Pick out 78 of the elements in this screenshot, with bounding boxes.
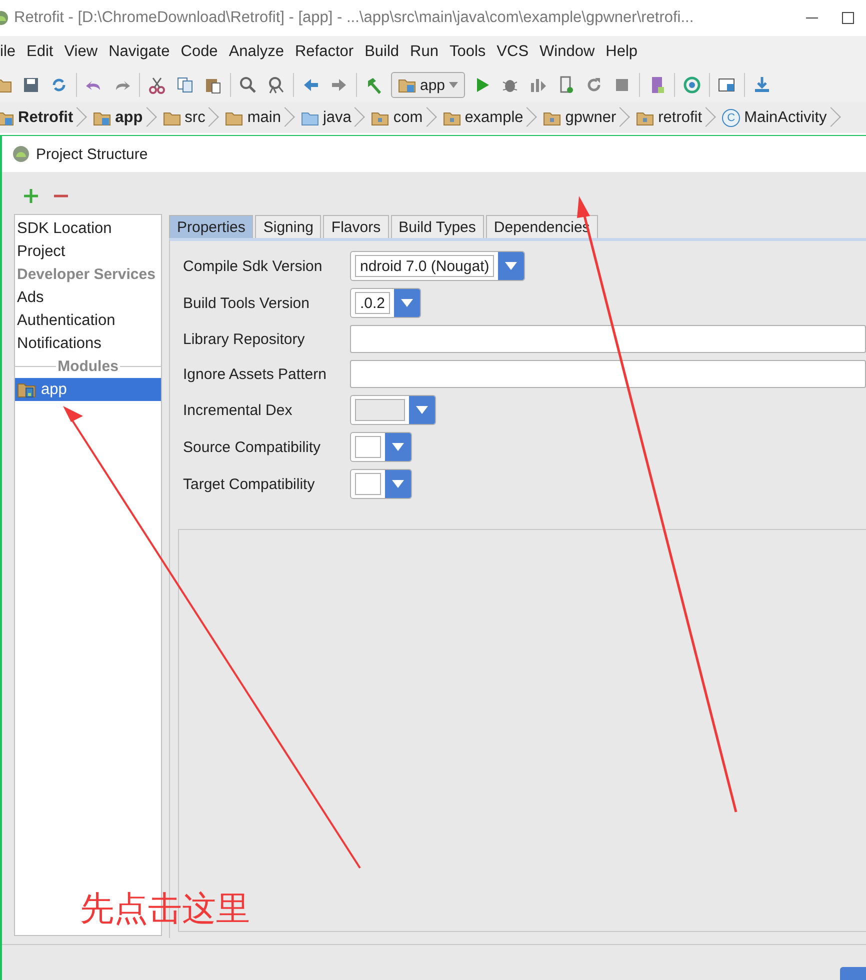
save-icon[interactable] [22,76,40,94]
field-label: Target Compatibility [183,476,316,492]
forward-icon[interactable] [330,76,348,94]
text-field[interactable] [350,325,866,353]
field-label: Source Compatibility [183,438,322,456]
menu-item[interactable]: Refactor [290,43,360,61]
dropdown[interactable] [350,395,436,425]
breadcrumb-item[interactable]: gpwner [537,103,630,132]
breadcrumb-item[interactable]: src [156,103,220,132]
module-folder-icon [17,380,37,398]
caret-icon [401,299,414,307]
sidebar-item[interactable]: Project [15,240,161,263]
tab[interactable]: Build Types [390,215,484,238]
breadcrumb-item[interactable]: example [436,103,538,132]
breadcrumb-item[interactable]: main [219,103,295,132]
dropdown[interactable] [350,469,412,499]
menu-item[interactable]: Navigate [104,43,176,61]
add-icon[interactable] [23,188,39,204]
find-replace-icon[interactable] [267,76,285,94]
sidebar-item[interactable]: SDK Location [15,217,161,240]
sync-icon[interactable] [50,76,68,94]
structure-icon[interactable] [718,76,736,94]
paste-icon[interactable] [204,76,222,94]
field-label: Ignore Assets Pattern [183,366,328,382]
tab[interactable]: Flavors [323,215,389,238]
section-header: Developer Services [16,265,156,285]
menu-item[interactable]: VCS [492,43,535,61]
dropdown[interactable]: .0.2 [350,288,422,318]
download-icon[interactable] [753,76,772,94]
menu-item[interactable]: Window [534,43,601,61]
menu-item[interactable]: View [59,43,104,61]
maximize-icon[interactable] [841,11,855,25]
menu-item[interactable]: Run [405,43,444,61]
scissors-icon[interactable] [148,76,166,94]
menu-item[interactable]: ile [0,43,22,61]
menu-item[interactable]: Edit [22,43,60,61]
breadcrumb-item[interactable]: com [365,103,437,132]
sidebar-item[interactable]: Ads [15,286,161,309]
breadcrumb-item[interactable]: C MainActivity [716,103,841,132]
menu-item[interactable]: Help [600,43,644,61]
tab[interactable]: Signing [255,215,322,238]
field-label: Library Repository [183,330,306,348]
caret-icon [505,262,518,270]
breadcrumb-item[interactable]: retrofit [630,103,716,132]
field-label: Compile Sdk Version [183,258,324,274]
dropdown[interactable]: ndroid 7.0 (Nougat) [350,251,526,281]
breadcrumb-item[interactable]: Retrofit [0,103,88,132]
caret-icon [449,82,458,88]
annotation-text: 先点击这里 [80,888,250,931]
caret-icon [416,406,428,414]
sync-gradle-icon[interactable] [683,76,702,94]
text-field[interactable] [350,360,866,388]
menu-item[interactable]: Build [360,43,406,61]
section-header: Modules [56,358,120,375]
menu-item[interactable]: Analyze [224,43,290,61]
window-title: Retrofit - [D:\ChromeDownload\Retrofit] - [app] - ...\app\src\main\java\com\example\gpwner\retrofi... [14,9,695,27]
field-label: Build Tools Version [183,294,310,312]
menu-item[interactable]: Code [176,43,224,61]
tab[interactable]: Properties [169,215,254,238]
breadcrumb-item[interactable]: app [87,103,157,132]
search-icon[interactable] [239,76,257,94]
module-item[interactable]: app [15,378,161,401]
class-icon: C [722,108,740,126]
caret-icon [392,443,404,451]
sidebar-item[interactable]: Notifications [15,332,161,355]
hammer-icon[interactable] [365,76,383,94]
breadcrumb-item[interactable]: java [294,103,366,132]
sidebar-item[interactable]: Authentication [15,309,161,332]
menu-item[interactable]: Tools [444,43,492,61]
field-label: Incremental Dex [183,402,294,418]
copy-icon[interactable] [176,76,194,94]
android-icon [12,145,30,163]
bar-chart-icon[interactable] [529,76,548,94]
run-configuration-dropdown[interactable]: app [391,72,466,98]
caret-icon [392,480,404,488]
back-icon[interactable] [302,76,320,94]
dropdown[interactable] [350,432,412,462]
dialog-title: Project Structure [36,146,148,162]
